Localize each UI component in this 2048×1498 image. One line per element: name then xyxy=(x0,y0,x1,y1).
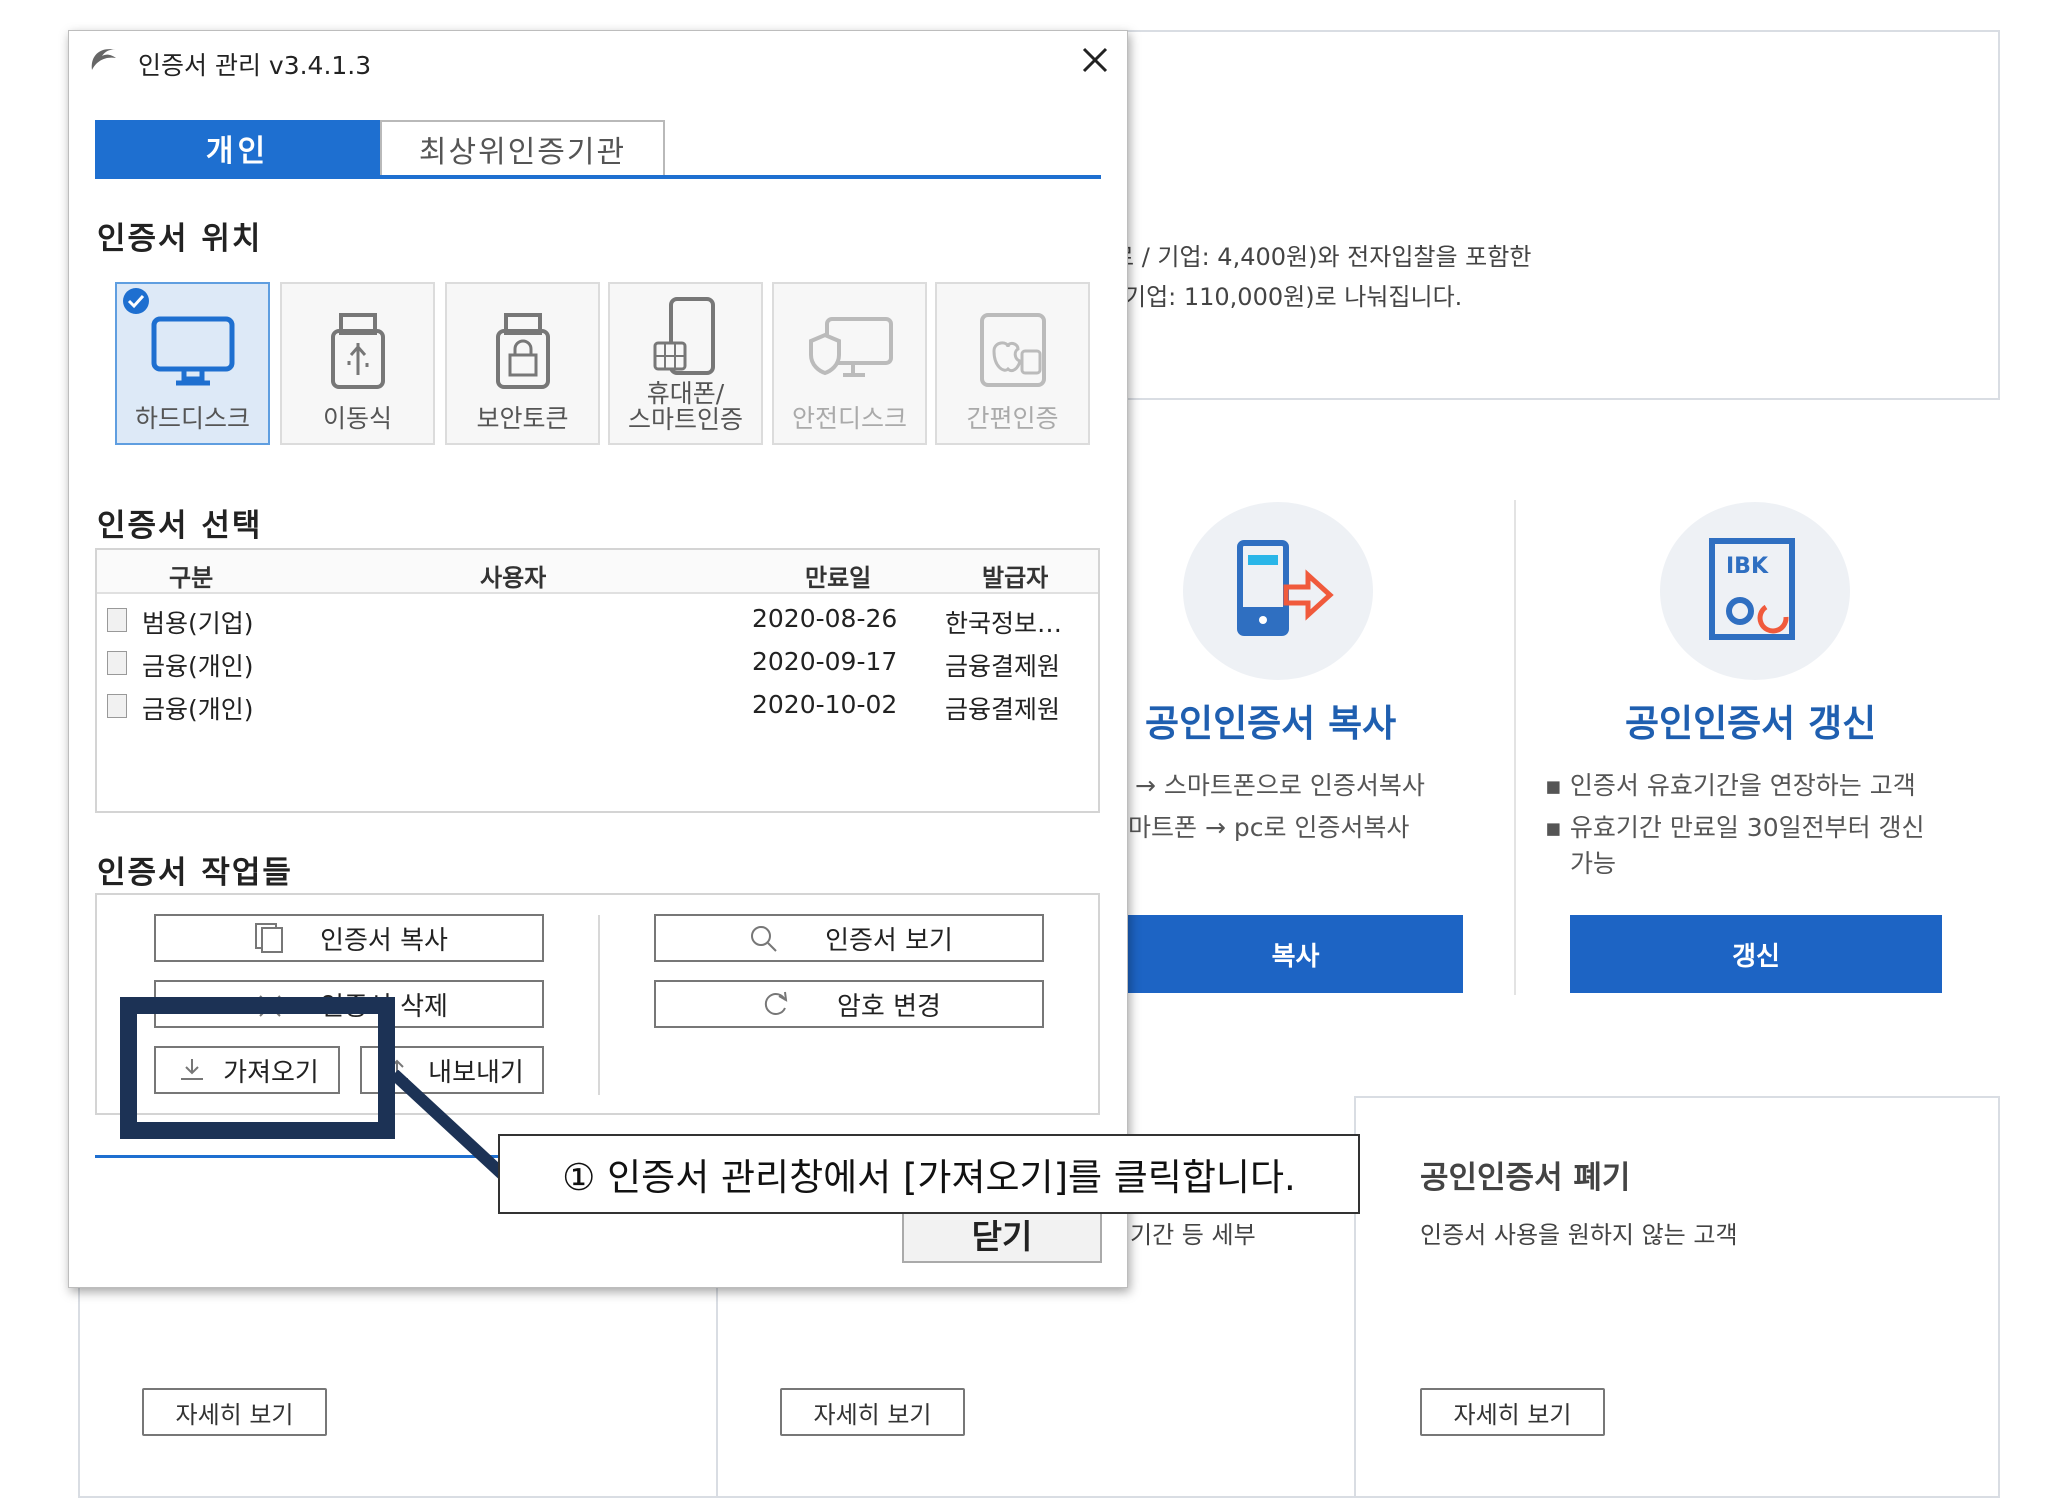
middle-card-partial-text: 기간 등 세부 xyxy=(1130,1221,1256,1249)
copy-card-bullet-1: → 스마트폰으로 인증서복사 xyxy=(1135,771,1425,800)
renew-card-title: 공인인증서 갱신 xyxy=(1625,702,1877,745)
detail-button-3[interactable]: 자세히 보기 xyxy=(1420,1388,1605,1436)
location-simple-auth[interactable]: 간편인증 xyxy=(935,282,1090,445)
tab-personal[interactable]: 개인 xyxy=(95,120,380,176)
magnifier-icon xyxy=(751,926,777,952)
renew-card-bullet-3: 가능 xyxy=(1570,849,1617,878)
cell-expiry: 2020-09-17 xyxy=(752,647,898,676)
tab-underline xyxy=(95,175,1101,179)
instruction-callout: ① 인증서 관리창에서 [가져오기]를 클릭합니다. xyxy=(498,1134,1360,1214)
cell-issuer: 한국정보… xyxy=(945,609,1063,638)
column-header-expiry[interactable]: 만료일 xyxy=(805,558,871,593)
cell-type: 금융(개인) xyxy=(142,695,254,724)
location-phone-smart[interactable]: 휴대폰/ 스마트인증 xyxy=(608,282,763,445)
location-label: 안전디스크 xyxy=(791,404,907,433)
card-divider xyxy=(1514,500,1516,995)
import-highlight-frame xyxy=(120,997,395,1139)
select-section-title: 인증서 선택 xyxy=(97,508,263,544)
lock-token-icon xyxy=(495,313,550,389)
copy-button[interactable]: 복사 xyxy=(1128,915,1463,993)
close-icon[interactable] xyxy=(1077,42,1113,78)
copy-certificate-button[interactable]: 인증서 복사 xyxy=(154,914,544,962)
app-logo-icon xyxy=(91,49,116,70)
table-row[interactable]: 범용(기업) 2020-08-26 한국정보… xyxy=(97,598,1098,640)
location-section-title: 인증서 위치 xyxy=(97,221,263,257)
dispose-card-title: 공인인증서 폐기 xyxy=(1420,1160,1631,1196)
cell-issuer: 금융결제원 xyxy=(945,652,1061,681)
location-security-token[interactable]: 보안토큰 xyxy=(445,282,600,445)
column-header-type[interactable]: 구분 xyxy=(169,558,213,593)
ibk-renew-icon: IBK xyxy=(1709,538,1795,640)
copy-card-bullet-2: 마트폰 → pc로 인증서복사 xyxy=(1128,813,1410,842)
info-line-2: 기업: 110,000원)로 나눠집니다. xyxy=(1124,283,1463,311)
renew-card-bullet-1: ▪ 인증서 유효기간을 연장하는 고객 xyxy=(1545,771,1916,800)
location-label: 하드디스크 xyxy=(134,404,250,433)
ops-divider xyxy=(598,915,600,1095)
column-header-issuer[interactable]: 발급자 xyxy=(982,558,1048,593)
copy-icon xyxy=(255,923,284,953)
tab-root-ca[interactable]: 최상위인증기관 xyxy=(380,120,665,176)
certificate-icon xyxy=(107,651,127,675)
cell-type: 범용(기업) xyxy=(142,609,254,638)
check-icon xyxy=(122,287,150,315)
table-row[interactable]: 금융(개인) 2020-09-17 금융결제원 xyxy=(97,641,1098,683)
view-certificate-button[interactable]: 인증서 보기 xyxy=(654,914,1044,962)
cell-issuer: 금융결제원 xyxy=(945,695,1061,724)
ops-section-title: 인증서 작업들 xyxy=(97,855,293,891)
location-label: 보안토큰 xyxy=(476,404,569,433)
copy-card-title: 공인인증서 복사 xyxy=(1145,702,1397,745)
dialog-title: 인증서 관리 v3.4.1.3 xyxy=(138,51,372,80)
copy-certificate-label: 인증서 복사 xyxy=(320,925,448,956)
renew-card-bullet-2: ▪ 유효기간 만료일 30일전부터 갱신 xyxy=(1545,813,1925,842)
location-label: 이동식 xyxy=(322,404,392,433)
renew-button[interactable]: 갱신 xyxy=(1570,915,1942,993)
phone-sim-icon xyxy=(653,297,715,375)
phone-transfer-icon xyxy=(1237,540,1334,636)
detail-button-1[interactable]: 자세히 보기 xyxy=(142,1388,327,1436)
dispose-card-description: 인증서 사용을 원하지 않는 고객 xyxy=(1420,1221,1738,1249)
table-header-row xyxy=(97,550,1098,594)
cell-type: 금융(개인) xyxy=(142,652,254,681)
cell-expiry: 2020-10-02 xyxy=(752,690,898,719)
refresh-icon xyxy=(764,991,788,1015)
cell-expiry: 2020-08-26 xyxy=(752,604,898,633)
info-line-1: 료 / 기업: 4,400원)와 전자입찰을 포함한 xyxy=(1112,243,1532,271)
view-certificate-label: 인증서 보기 xyxy=(825,925,953,956)
shield-monitor-icon xyxy=(808,317,893,377)
change-password-label: 암호 변경 xyxy=(837,991,941,1022)
certificate-table: 구분 사용자 만료일 발급자 범용(기업) 2020-08-26 한국정보… 금… xyxy=(95,548,1100,813)
info-panel xyxy=(1100,30,2000,400)
monitor-icon xyxy=(151,316,234,386)
detail-button-2[interactable]: 자세히 보기 xyxy=(780,1388,965,1436)
location-removable[interactable]: 이동식 xyxy=(280,282,435,445)
table-row[interactable]: 금융(개인) 2020-10-02 금융결제원 xyxy=(97,684,1098,726)
location-label: 간편인증 xyxy=(966,404,1059,433)
location-label: 휴대폰/ 스마트인증 xyxy=(627,379,743,434)
change-password-button[interactable]: 암호 변경 xyxy=(654,980,1044,1028)
column-header-user[interactable]: 사용자 xyxy=(480,558,546,593)
certificate-icon xyxy=(107,694,127,718)
location-safe-disk[interactable]: 안전디스크 xyxy=(772,282,927,445)
certificate-icon xyxy=(107,608,127,632)
usb-icon xyxy=(330,313,385,389)
apple-android-icon xyxy=(979,313,1046,387)
svg-text:IBK: IBK xyxy=(1726,554,1769,579)
